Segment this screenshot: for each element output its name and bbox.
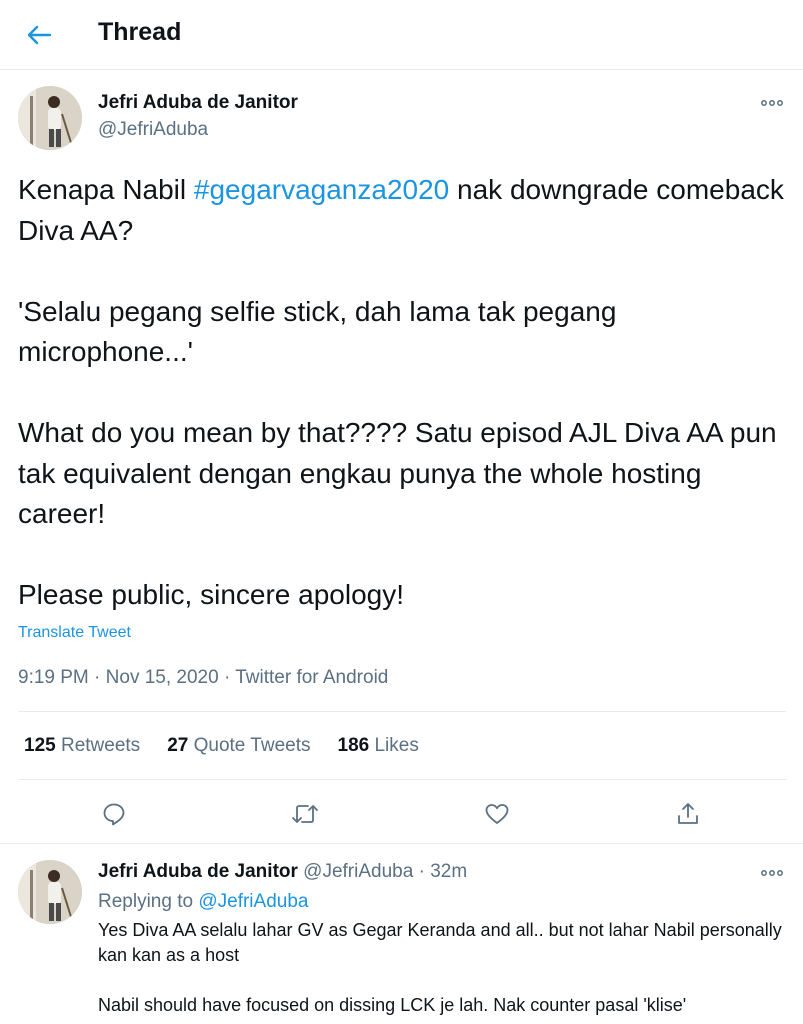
translate-tweet-link[interactable]: Translate Tweet — [18, 624, 131, 642]
meta-separator: · — [223, 667, 231, 688]
reply-time[interactable]: 32m — [430, 861, 467, 882]
share-button[interactable] — [671, 797, 705, 831]
author-handle[interactable]: @JefriAduba — [98, 119, 208, 141]
likes-label: Likes — [374, 735, 419, 756]
more-horizontal-icon — [761, 100, 783, 106]
like-button[interactable] — [480, 797, 514, 831]
back-button[interactable] — [22, 18, 56, 52]
divider — [0, 843, 803, 844]
retweet-button[interactable] — [288, 797, 322, 831]
retweets-count: 125 — [24, 735, 56, 756]
reply-paragraph: Yes Diva AA selalu lahar GV as Gegar Ker… — [98, 920, 782, 965]
reply-button[interactable] — [97, 797, 131, 831]
avatar[interactable] — [18, 86, 82, 150]
tweet-actions — [0, 797, 803, 831]
quotes-label: Quote Tweets — [193, 735, 311, 756]
reply-header: Jefri Aduba de Janitor @JefriAduba · 32m — [98, 861, 467, 883]
replying-to: Replying to @JefriAduba — [98, 891, 308, 913]
reply-icon — [103, 803, 125, 826]
tweet-time[interactable]: 9:19 PM — [18, 667, 89, 688]
arrow-left-icon — [27, 25, 52, 45]
replying-to-label: Replying to — [98, 891, 194, 912]
tweet-date[interactable]: Nov 15, 2020 — [106, 667, 219, 688]
tweet-stats: 125 Retweets 27 Quote Tweets 186 Likes — [24, 735, 419, 757]
tweet-paragraph: What do you mean by that???? Satu episod… — [18, 417, 777, 529]
tweet-meta: 9:19 PM · Nov 15, 2020 · Twitter for And… — [18, 667, 388, 689]
reply-author-name[interactable]: Jefri Aduba de Janitor — [98, 861, 298, 882]
likes-stat[interactable]: 186 Likes — [338, 735, 419, 757]
tweet-text: Kenapa Nabil #gegarvaganza2020 nak downg… — [18, 170, 788, 616]
thread-header: Thread — [0, 0, 803, 70]
meta-separator: · — [418, 861, 425, 882]
tweet-paragraph: 'Selalu pegang selfie stick, dah lama ta… — [18, 295, 617, 368]
hashtag-link[interactable]: #gegarvaganza2020 — [194, 174, 449, 205]
heart-icon — [485, 804, 509, 824]
tweet-paragraph: Please public, sincere apology! — [18, 579, 405, 610]
reply-author-handle[interactable]: @JefriAduba — [303, 861, 413, 882]
retweet-icon — [292, 805, 318, 823]
page-title: Thread — [98, 18, 182, 46]
divider — [18, 779, 786, 780]
reply-more-button[interactable] — [757, 861, 787, 885]
meta-separator: · — [94, 667, 101, 688]
reply-avatar[interactable] — [18, 860, 82, 924]
tweet-source[interactable]: Twitter for Android — [235, 667, 388, 688]
more-horizontal-icon — [761, 870, 783, 876]
retweets-stat[interactable]: 125 Retweets — [24, 735, 140, 757]
more-button[interactable] — [757, 91, 787, 115]
avatar-photo — [18, 86, 82, 150]
tweet-paragraph: Kenapa Nabil #gegarvaganza2020 nak downg… — [18, 170, 788, 251]
divider — [18, 711, 786, 712]
author-name[interactable]: Jefri Aduba de Janitor — [98, 92, 298, 114]
tweet-text-part: Kenapa Nabil — [18, 174, 194, 205]
retweets-label: Retweets — [60, 735, 141, 756]
quotes-count: 27 — [167, 735, 189, 756]
reply-text: Yes Diva AA selalu lahar GV as Gegar Ker… — [98, 918, 788, 1018]
avatar-photo — [18, 860, 82, 924]
replying-to-handle-link[interactable]: @JefriAduba — [198, 891, 308, 912]
share-icon — [678, 803, 698, 824]
reply-paragraph: Nabil should have focused on dissing LCK… — [98, 995, 687, 1015]
quote-tweets-stat[interactable]: 27 Quote Tweets — [167, 735, 310, 757]
likes-count: 186 — [337, 735, 370, 756]
